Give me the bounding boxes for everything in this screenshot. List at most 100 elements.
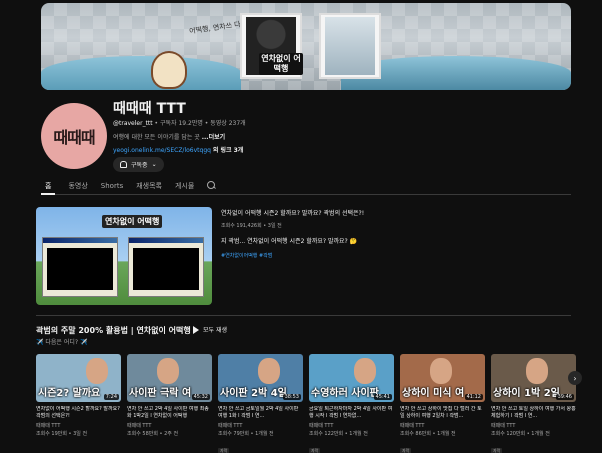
section-divider <box>36 315 571 316</box>
bell-icon <box>120 161 127 168</box>
play-icon <box>193 325 199 334</box>
video-channel[interactable]: 때때때 TTT <box>36 422 121 429</box>
tab-home[interactable]: 홈 <box>41 179 56 195</box>
video-thumbnail[interactable]: 수영하러 사이판 45:41 <box>309 354 394 402</box>
window-titlebar <box>43 238 117 243</box>
channel-avatar[interactable]: 때때때 <box>41 103 107 169</box>
window-titlebar <box>129 238 203 243</box>
banner-photo-right-image <box>325 17 375 75</box>
video-duration: 38:53 <box>282 394 301 400</box>
subtitle-badge: 자막 <box>491 448 503 453</box>
video-duration: 7:24 <box>103 394 119 400</box>
tab-playlists[interactable]: 재생목록 <box>136 179 162 195</box>
chevron-right-icon: › <box>573 373 577 383</box>
window-screen <box>47 248 113 290</box>
section-title[interactable]: 곽범의 주말 200% 활용법 | 연차없이 어떡행 <box>36 325 191 336</box>
window-frame-right <box>128 237 204 297</box>
video-thumbnail[interactable]: 시즌2? 말까요 7:24 <box>36 354 121 402</box>
video-card[interactable]: 상하이 1박 2일 39:46 연차 안 쓰고 토일 상하이 여행 가서 왕홍 … <box>491 354 576 453</box>
channel-links: yeogi.onelink.me/SECZ/lo6vtqgq 외 링크 3개 <box>113 145 243 154</box>
featured-video-tags[interactable]: #연차없이어떡행 #곽범 <box>221 252 272 259</box>
more-links-button[interactable]: 외 링크 3개 <box>213 147 243 154</box>
section-subtitle: ✈️ 다음은 어디? ✈️ <box>36 339 88 346</box>
video-title[interactable]: 연차 안 쓰고 2박 4일 사이판 여행 최종화 1박2일 l 연차없이 어떡행 <box>127 406 212 420</box>
play-all-label: 모두 재생 <box>203 327 227 334</box>
video-duration: 45:32 <box>191 394 210 400</box>
video-duration: 39:46 <box>555 394 574 400</box>
channel-handle: @traveler_ttt <box>113 120 153 127</box>
video-meta: 조회수 79만회 • 1개월 전 <box>218 431 274 437</box>
thumbnail-person <box>86 358 108 384</box>
tab-posts[interactable]: 게시물 <box>175 179 194 195</box>
thumbnail-person <box>157 358 179 384</box>
video-meta: 조회수 120만회 • 1개월 전 <box>491 431 550 437</box>
video-thumbnail[interactable]: 상하이 미식 여 41:12 <box>400 354 485 402</box>
banner-title: 연차없이 어떡행 <box>259 53 303 75</box>
video-thumbnail[interactable]: 상하이 1박 2일 39:46 <box>491 354 576 402</box>
featured-video-meta: 조회수 191,426회 • 3일 전 <box>221 223 282 229</box>
video-meta: 조회수 19만회 • 3일 전 <box>36 431 88 437</box>
video-meta: 조회수 122만회 • 1개월 전 <box>309 431 368 437</box>
video-title[interactable]: 연차없이 어떡행 시즌2 할까요? 말까요? 곽범의 선택은?! <box>36 406 121 420</box>
window-frame-left <box>42 237 118 297</box>
video-card[interactable]: 사이판 극락 여 45:32 연차 안 쓰고 2박 4일 사이판 여행 최종화 … <box>127 354 212 437</box>
subscribe-label: 구독중 <box>131 162 148 169</box>
video-title[interactable]: 금요일 퇴근하자마자 2박 4일 사이판 여행 시작 l 곽범 l 연차없... <box>309 406 394 420</box>
video-thumbnail[interactable]: 사이판 2박 4일 38:53 <box>218 354 303 402</box>
thumbnail-person <box>354 358 376 384</box>
search-icon[interactable] <box>207 181 217 191</box>
video-card[interactable]: 수영하러 사이판 45:41 금요일 퇴근하자마자 2박 4일 사이판 여행 시… <box>309 354 394 453</box>
subscribe-button[interactable]: 구독중 ⌄ <box>113 157 164 172</box>
channel-description[interactable]: 여행에 대한 모든 이야기를 담는 곳 ...더보기 <box>113 132 225 141</box>
video-channel[interactable]: 때때때 TTT <box>400 422 485 429</box>
video-card[interactable]: 상하이 미식 여 41:12 연차 안 쓰고 상하이 맛집 다 털러 간 토일 … <box>400 354 485 453</box>
video-duration: 45:41 <box>373 394 392 400</box>
video-duration: 41:12 <box>464 394 483 400</box>
thumbnail-caption: 상하이 1박 2일 <box>493 388 560 399</box>
subtitle-badge: 자막 <box>309 448 321 453</box>
video-channel[interactable]: 때때때 TTT <box>491 422 576 429</box>
video-shelf: 시즌2? 말까요 7:24 연차없이 어떡행 시즌2 할까요? 말까요? 곽범의… <box>36 354 576 453</box>
thumbnail-caption: 사이판 극락 여 <box>129 388 192 399</box>
video-title[interactable]: 연차 안 쓰고 토일 상하이 여행 가서 왕홍 체험하기 l 곽범 l 연... <box>491 406 576 420</box>
thumbnail-caption: 수영하러 사이판 <box>311 388 379 399</box>
mascot-icon <box>151 51 187 89</box>
thumbnail-caption: 상하이 미식 여 <box>402 388 465 399</box>
chevron-down-icon: ⌄ <box>151 161 157 168</box>
video-meta: 조회수 86만회 • 1개월 전 <box>400 431 456 437</box>
banner-bathtub-left <box>41 56 241 90</box>
tab-shorts[interactable]: Shorts <box>101 179 123 195</box>
video-channel[interactable]: 때때때 TTT <box>218 422 303 429</box>
play-all-button[interactable]: 모두 재생 <box>193 325 227 334</box>
video-channel[interactable]: 때때때 TTT <box>127 422 212 429</box>
featured-video-thumbnail[interactable]: 연차없이 어떡행 <box>36 207 212 305</box>
more-link[interactable]: ...더보기 <box>202 134 225 141</box>
window-screen <box>133 248 199 290</box>
tab-videos[interactable]: 동영상 <box>68 179 87 195</box>
thumbnail-person <box>430 358 452 384</box>
subtitle-badge: 자막 <box>218 448 230 453</box>
thumbnail-caption: 시즌2? 말까요 <box>38 388 101 399</box>
shelf-next-button[interactable]: › <box>568 371 582 385</box>
channel-name: 때때때 TTT <box>113 101 186 117</box>
video-card[interactable]: 시즌2? 말까요 7:24 연차없이 어떡행 시즌2 할까요? 말까요? 곽범의… <box>36 354 121 437</box>
video-meta: 조회수 58만회 • 2주 전 <box>127 431 179 437</box>
channel-banner: 어떡행, 연차쓰 다 때때하네 연차없이 어떡행 <box>41 3 571 90</box>
video-title[interactable]: 연차 안 쓰고 금토일월 2박 4일 사이판 여행 1화 l 곽범 l 연... <box>218 406 303 420</box>
featured-thumb-logo: 연차없이 어떡행 <box>102 215 163 228</box>
channel-link[interactable]: yeogi.onelink.me/SECZ/lo6vtqgq <box>113 147 211 154</box>
video-thumbnail[interactable]: 사이판 극락 여 45:32 <box>127 354 212 402</box>
featured-video-title[interactable]: 연차없이 어떡행 시즌2 할까요? 말까요? 곽범의 선택은?! <box>221 208 364 217</box>
thumbnail-caption: 사이판 2박 4일 <box>220 388 287 399</box>
channel-tabs: 홈 동영상 Shorts 재생목록 게시물 <box>41 179 571 195</box>
video-title[interactable]: 연차 안 쓰고 상하이 맛집 다 털러 간 토일 상하이 여행 2일차 l 곽범… <box>400 406 485 420</box>
subtitle-badge: 자막 <box>400 448 412 453</box>
video-channel[interactable]: 때때때 TTT <box>309 422 394 429</box>
description-text: 여행에 대한 모든 이야기를 담는 곳 <box>113 134 200 141</box>
thumbnail-person <box>526 358 548 384</box>
featured-video-description: 지 곽범... 연차없이 어떡행 시즌2 할까요? 말까요? 🤔 <box>221 238 358 245</box>
channel-meta: @traveler_ttt • 구독자 19.2만명 • 동영상 237개 <box>113 118 246 127</box>
video-count: 동영상 237개 <box>210 120 246 127</box>
video-card[interactable]: 사이판 2박 4일 38:53 연차 안 쓰고 금토일월 2박 4일 사이판 여… <box>218 354 303 453</box>
avatar-text: 때때때 <box>53 128 95 147</box>
